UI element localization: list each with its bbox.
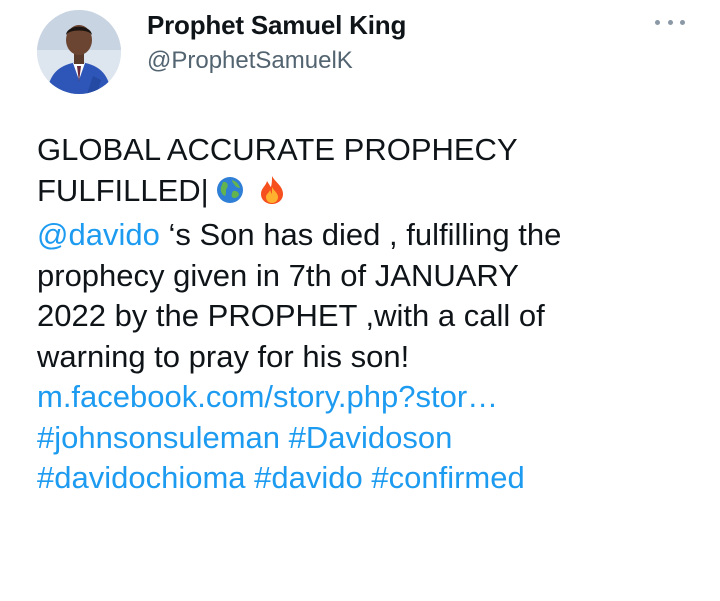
tweet-line: @davido ‘s Son has died , fulfilling the bbox=[37, 215, 697, 256]
avatar[interactable] bbox=[37, 10, 121, 94]
mention-link[interactable]: @davido bbox=[37, 217, 160, 252]
fire-emoji-icon bbox=[259, 175, 285, 216]
author-handle[interactable]: @ProphetSamuelK bbox=[147, 47, 353, 75]
hashtag-line: #johnsonsuleman #Davidoson bbox=[37, 418, 697, 459]
tweet-line: prophecy given in 7th of JANUARY bbox=[37, 257, 519, 293]
url-link[interactable]: m.facebook.com/story.php?stor… bbox=[37, 379, 498, 414]
globe-emoji-icon bbox=[215, 175, 245, 216]
hashtag-link[interactable]: #confirmed bbox=[371, 460, 524, 495]
tweet-line: m.facebook.com/story.php?stor… bbox=[37, 377, 697, 418]
tweet-line: 2022 by the PROPHET ,with a call of bbox=[37, 298, 545, 333]
dot bbox=[655, 19, 660, 25]
avatar-image bbox=[37, 10, 121, 94]
hashtag-link[interactable]: #Davidoson bbox=[289, 420, 453, 455]
dot bbox=[667, 19, 673, 25]
hashtag-link[interactable]: #davidochioma bbox=[37, 460, 246, 495]
hashtag-line: #davidochioma #davido #confirmed bbox=[37, 458, 697, 499]
hashtag-link[interactable]: #johnsonsuleman bbox=[37, 420, 280, 455]
tweet-headline-end: FULFILLED| bbox=[37, 172, 209, 208]
tweet: Prophet Samuel King @ProphetSamuelK GLOB… bbox=[0, 0, 720, 601]
author-display-name[interactable]: Prophet Samuel King bbox=[147, 10, 406, 41]
tweet-line-text: ‘s Son has died , fulfilling the bbox=[159, 217, 562, 252]
tweet-line: FULFILLED| bbox=[37, 171, 697, 216]
dot bbox=[680, 19, 685, 25]
tweet-line: warning to pray for his son! bbox=[37, 338, 410, 374]
tweet-line: GLOBAL ACCURATE PROPHECY bbox=[37, 132, 518, 167]
tweet-text: GLOBAL ACCURATE PROPHECY FULFILLED| @dav… bbox=[37, 130, 697, 499]
hashtag-link[interactable]: #davido bbox=[254, 460, 363, 495]
more-options-icon[interactable] bbox=[655, 14, 685, 30]
